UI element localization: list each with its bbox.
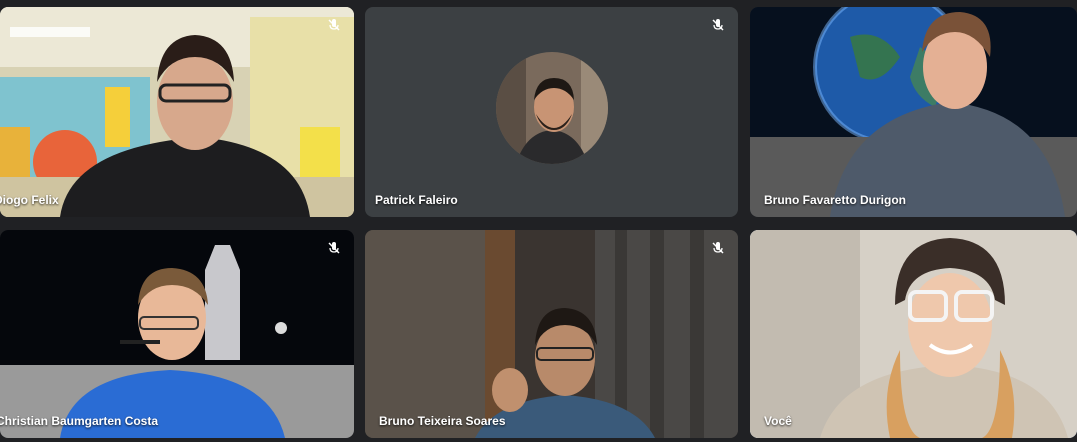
- participant-video: [0, 7, 354, 217]
- participant-video: [750, 230, 1077, 438]
- mic-off-icon: [328, 242, 340, 254]
- mic-off-icon: [712, 242, 724, 254]
- participant-video: [0, 230, 354, 438]
- participant-name: Bruno Favaretto Durigon: [764, 193, 907, 207]
- participant-tile-patrick-faleiro[interactable]: Patrick Faleiro: [365, 7, 738, 217]
- avatar: [495, 52, 608, 164]
- participant-tile-bruno-favaretto-durigon[interactable]: Bruno Favaretto Durigon: [750, 7, 1077, 217]
- participant-tile-christian-baumgarten-costa[interactable]: Christian Baumgarten Costa: [0, 230, 354, 438]
- participant-tile-bruno-teixeira-soares[interactable]: Bruno Teixeira Soares: [365, 230, 738, 438]
- participant-video: [365, 230, 738, 438]
- participant-name: Bruno Teixeira Soares: [379, 414, 506, 428]
- participant-name: Christian Baumgarten Costa: [0, 414, 159, 428]
- participant-tile-voce[interactable]: Você: [750, 230, 1077, 438]
- participant-video: [750, 7, 1077, 217]
- mic-off-icon: [712, 19, 724, 31]
- participant-name: Patrick Faleiro: [375, 193, 458, 207]
- mic-off-icon: [328, 19, 340, 31]
- participant-name: Diogo Felix: [0, 193, 59, 207]
- participant-tile-diogo-felix[interactable]: Diogo Felix: [0, 7, 354, 217]
- participant-name: Você: [764, 414, 792, 428]
